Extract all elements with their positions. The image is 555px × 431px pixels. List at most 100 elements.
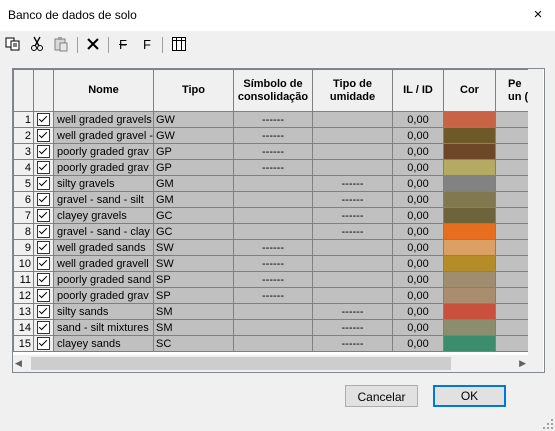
row-checkbox-cell[interactable]: [33, 143, 54, 160]
checkbox[interactable]: [37, 321, 50, 334]
tipo-cell[interactable]: GW: [153, 127, 234, 144]
cor-cell[interactable]: [443, 303, 496, 320]
cor-cell[interactable]: [443, 239, 496, 256]
umidade-cell[interactable]: ------: [312, 319, 393, 336]
tipo-cell[interactable]: SW: [153, 255, 234, 272]
umidade-cell[interactable]: [312, 127, 393, 144]
ok-button[interactable]: OK: [433, 385, 506, 407]
row-checkbox-cell[interactable]: [33, 239, 54, 256]
table-row[interactable]: 5 silty gravels GM ------ 0,00: [13, 175, 536, 192]
umidade-cell[interactable]: ------: [312, 223, 393, 240]
umidade-cell[interactable]: [312, 239, 393, 256]
nome-cell[interactable]: well graded sands: [53, 239, 154, 256]
delete-icon[interactable]: [84, 35, 102, 53]
tipo-cell[interactable]: SP: [153, 271, 234, 288]
nome-cell[interactable]: well graded gravels: [53, 111, 154, 128]
il-id-cell[interactable]: 0,00: [392, 255, 444, 272]
simbolo-cell[interactable]: ------: [233, 159, 313, 176]
umidade-cell[interactable]: [312, 255, 393, 272]
nome-cell[interactable]: silty sands: [53, 303, 154, 320]
il-id-cell[interactable]: 0,00: [392, 111, 444, 128]
resize-grip-icon[interactable]: [543, 419, 553, 429]
simbolo-cell[interactable]: [233, 303, 313, 320]
checkbox[interactable]: [37, 145, 50, 158]
checkbox[interactable]: [37, 113, 50, 126]
cor-cell[interactable]: [443, 287, 496, 304]
tipo-cell[interactable]: GP: [153, 159, 234, 176]
header-il-id[interactable]: IL / ID: [392, 69, 444, 112]
table-row[interactable]: 9 well graded sands SW ------ 0,00: [13, 239, 536, 256]
tipo-cell[interactable]: SM: [153, 319, 234, 336]
umidade-cell[interactable]: [312, 287, 393, 304]
header-tipo[interactable]: Tipo: [153, 69, 234, 112]
table-row[interactable]: 15 clayey sands SC ------ 0,00: [13, 335, 536, 352]
f-icon[interactable]: F: [138, 35, 156, 53]
row-checkbox-cell[interactable]: [33, 335, 54, 352]
nome-cell[interactable]: silty gravels: [53, 175, 154, 192]
table-row[interactable]: 2 well graded gravel - GW ------ 0,00: [13, 127, 536, 144]
row-checkbox-cell[interactable]: [33, 159, 54, 176]
copy-icon[interactable]: [4, 35, 22, 53]
checkbox[interactable]: [37, 289, 50, 302]
simbolo-cell[interactable]: ------: [233, 287, 313, 304]
checkbox[interactable]: [37, 161, 50, 174]
nome-cell[interactable]: well graded gravel -: [53, 127, 154, 144]
horizontal-scrollbar[interactable]: ◀ ▶: [13, 355, 528, 372]
cor-cell[interactable]: [443, 159, 496, 176]
row-checkbox-cell[interactable]: [33, 207, 54, 224]
tipo-cell[interactable]: GP: [153, 143, 234, 160]
table-row[interactable]: 6 gravel - sand - silt GM ------ 0,00: [13, 191, 536, 208]
simbolo-cell[interactable]: ------: [233, 111, 313, 128]
umidade-cell[interactable]: ------: [312, 303, 393, 320]
row-checkbox-cell[interactable]: [33, 319, 54, 336]
cor-cell[interactable]: [443, 271, 496, 288]
cor-cell[interactable]: [443, 335, 496, 352]
close-button[interactable]: ×: [529, 6, 547, 24]
cut-icon[interactable]: [28, 35, 46, 53]
simbolo-cell[interactable]: ------: [233, 255, 313, 272]
checkbox[interactable]: [37, 129, 50, 142]
simbolo-cell[interactable]: [233, 319, 313, 336]
table-row[interactable]: 11 poorly graded sand SP ------ 0,00: [13, 271, 536, 288]
vertical-scrollbar[interactable]: [528, 69, 543, 372]
simbolo-cell[interactable]: [233, 175, 313, 192]
row-checkbox-cell[interactable]: [33, 303, 54, 320]
checkbox[interactable]: [37, 177, 50, 190]
row-checkbox-cell[interactable]: [33, 175, 54, 192]
nome-cell[interactable]: poorly graded grav: [53, 159, 154, 176]
scroll-thumb[interactable]: [31, 357, 451, 370]
tipo-cell[interactable]: SC: [153, 335, 234, 352]
cor-cell[interactable]: [443, 127, 496, 144]
simbolo-cell[interactable]: [233, 223, 313, 240]
columns-icon[interactable]: [170, 35, 188, 53]
nome-cell[interactable]: gravel - sand - clay: [53, 223, 154, 240]
il-id-cell[interactable]: 0,00: [392, 159, 444, 176]
il-id-cell[interactable]: 0,00: [392, 335, 444, 352]
umidade-cell[interactable]: [312, 111, 393, 128]
umidade-cell[interactable]: ------: [312, 191, 393, 208]
il-id-cell[interactable]: 0,00: [392, 239, 444, 256]
checkbox[interactable]: [37, 209, 50, 222]
table-row[interactable]: 14 sand - silt mixtures SM ------ 0,00: [13, 319, 536, 336]
table-row[interactable]: 12 poorly graded grav SP ------ 0,00: [13, 287, 536, 304]
il-id-cell[interactable]: 0,00: [392, 143, 444, 160]
filter-f-icon[interactable]: F: [114, 35, 132, 53]
simbolo-cell[interactable]: ------: [233, 143, 313, 160]
table-row[interactable]: 13 silty sands SM ------ 0,00: [13, 303, 536, 320]
nome-cell[interactable]: well graded gravell: [53, 255, 154, 272]
row-checkbox-cell[interactable]: [33, 223, 54, 240]
nome-cell[interactable]: clayey sands: [53, 335, 154, 352]
checkbox[interactable]: [37, 193, 50, 206]
il-id-cell[interactable]: 0,00: [392, 175, 444, 192]
umidade-cell[interactable]: [312, 159, 393, 176]
checkbox[interactable]: [37, 337, 50, 350]
header-simbolo[interactable]: Símbolo de consolidação: [233, 69, 313, 112]
table-row[interactable]: 8 gravel - sand - clay GC ------ 0,00: [13, 223, 536, 240]
table-row[interactable]: 3 poorly graded grav GP ------ 0,00: [13, 143, 536, 160]
tipo-cell[interactable]: SP: [153, 287, 234, 304]
cor-cell[interactable]: [443, 223, 496, 240]
simbolo-cell[interactable]: [233, 191, 313, 208]
checkbox[interactable]: [37, 305, 50, 318]
tipo-cell[interactable]: GW: [153, 111, 234, 128]
il-id-cell[interactable]: 0,00: [392, 191, 444, 208]
